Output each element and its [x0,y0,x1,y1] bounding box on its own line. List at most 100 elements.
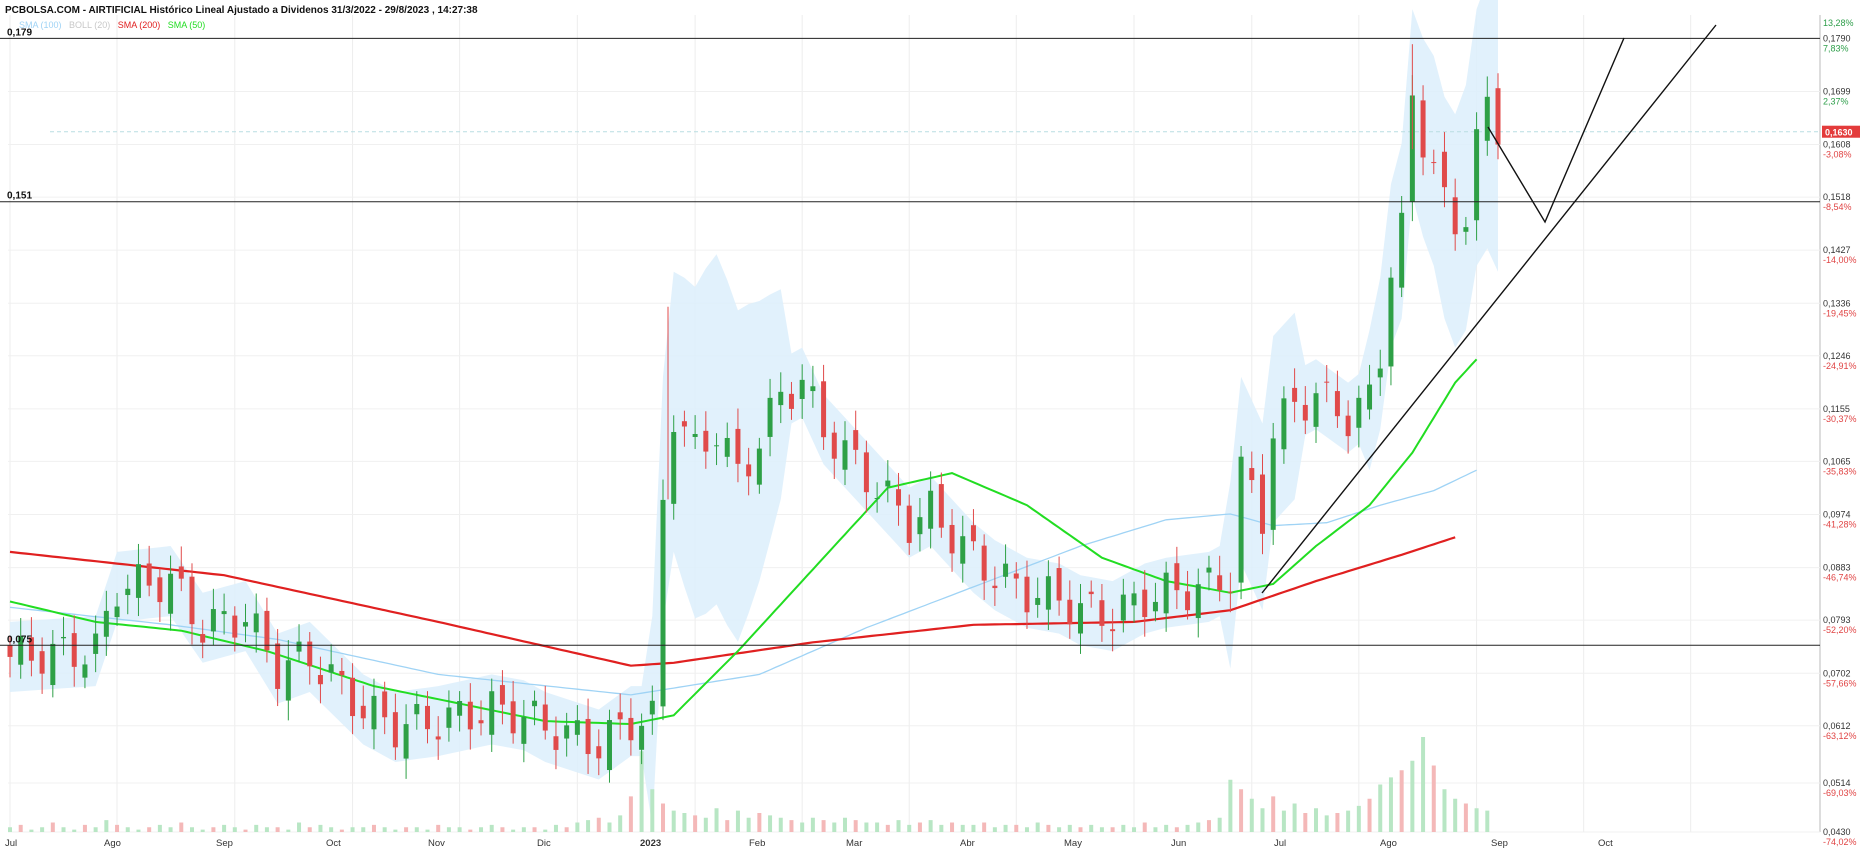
volume-bar [414,827,419,832]
candle-body [1227,591,1233,593]
y-tick-pct: -19,45% [1823,308,1857,318]
volume-bar [885,824,890,832]
volume-bar [1099,827,1104,832]
candle-body [446,707,452,728]
candle-body [403,724,409,759]
y-tick-price: 0,1246 [1823,351,1851,361]
candle-body [189,576,195,625]
volume-bar [479,827,484,832]
volume-bar [1421,737,1426,832]
candle-body [703,430,709,452]
candle-body [532,700,538,707]
volume-bar [1388,777,1393,832]
candle-body [831,432,837,459]
volume-bar [1035,822,1040,832]
volume-bar [725,820,730,832]
candle-body [960,536,966,564]
candle-body [1206,567,1212,573]
volume-bar [714,808,719,832]
candle-body [1152,601,1158,612]
volume-bar [800,822,805,832]
volume-bar [1260,808,1265,832]
y-tick-pct: -63,12% [1823,731,1857,741]
candle-body [596,746,602,759]
x-tick-label: Sep [1491,838,1508,849]
candle-body [1377,368,1383,378]
volume-bar [382,827,387,832]
candle-body [285,660,291,701]
candle-body [671,432,677,504]
volume-bar [222,824,227,832]
candle-body [938,484,944,528]
volume-bar [628,796,633,832]
candle-body [799,379,805,399]
volume-bar [275,827,280,832]
y-tick-price: 0,0612 [1823,721,1851,731]
volume-bar [596,817,601,832]
volume-bar [40,827,45,832]
candle-body [253,613,259,633]
price-chart[interactable]: 0,179 0,151 0,075 0,17907,83% 0,16992,37% 0,1… [0,0,1869,853]
level-label: 0,179 [7,27,32,38]
volume-bar [393,829,398,832]
candle-body [1131,593,1137,606]
candle-body [1313,393,1319,427]
candle-body [1078,603,1084,634]
y-tick-price: 0,1699 [1823,86,1851,96]
y-tick-pct: -14,00% [1823,255,1857,265]
volume-bar [971,824,976,832]
y-tick-price: 0,1790 [1823,33,1851,43]
y-tick-price: 0,1608 [1823,140,1851,150]
volume-bar [136,829,141,832]
volume-bar [500,827,505,832]
volume-bar [339,829,344,832]
volume-bar [318,824,323,832]
volume-bar [125,827,130,832]
x-tick-label: Ago [1380,838,1397,849]
candle-body [1441,151,1447,188]
volume-bar [1399,770,1404,832]
candle-body [146,563,152,586]
volume-bar [511,829,516,832]
volume-bar [1442,789,1447,832]
volume-bar [810,817,815,832]
volume-bar [457,827,462,832]
candle-body [1024,576,1030,613]
volume-bar [1431,765,1436,832]
candle-body [392,712,398,748]
candle-body [210,609,216,632]
candle-body [639,725,645,750]
candle-body [1281,398,1287,450]
volume-bar [768,815,773,832]
candle-body [681,421,687,427]
volume-bar [72,829,77,832]
x-tick-label: Abr [960,838,975,849]
volume-bar [350,827,355,832]
candle-body [1013,573,1019,579]
candle-body [435,736,441,740]
candle-body [221,611,227,615]
candle-body [928,490,934,529]
candle-body [243,622,249,627]
candle-body [414,704,420,715]
volume-bar [778,817,783,832]
candle-body [200,634,206,643]
candle-body [1120,594,1126,621]
candle-body [1003,563,1009,577]
candle-body [724,437,730,457]
x-tick-label: 2023 [640,838,661,849]
candle-body [628,717,634,741]
x-tick-label: Oct [326,838,341,849]
y-tick-price: 0,0883 [1823,563,1851,573]
candle-body [1367,384,1373,410]
volume-bar [650,789,655,832]
volume-bar [1196,822,1201,832]
candle-body [1388,277,1394,367]
x-tick-label: Sep [216,838,233,849]
volume-bar [446,827,451,832]
volume-bar [1453,798,1458,832]
volume-bar [8,827,12,832]
y-tick-pct: -8,54% [1823,202,1852,212]
y-tick-price: 0,0793 [1823,615,1851,625]
y-tick-top-pct: 13,28% [1823,18,1854,28]
